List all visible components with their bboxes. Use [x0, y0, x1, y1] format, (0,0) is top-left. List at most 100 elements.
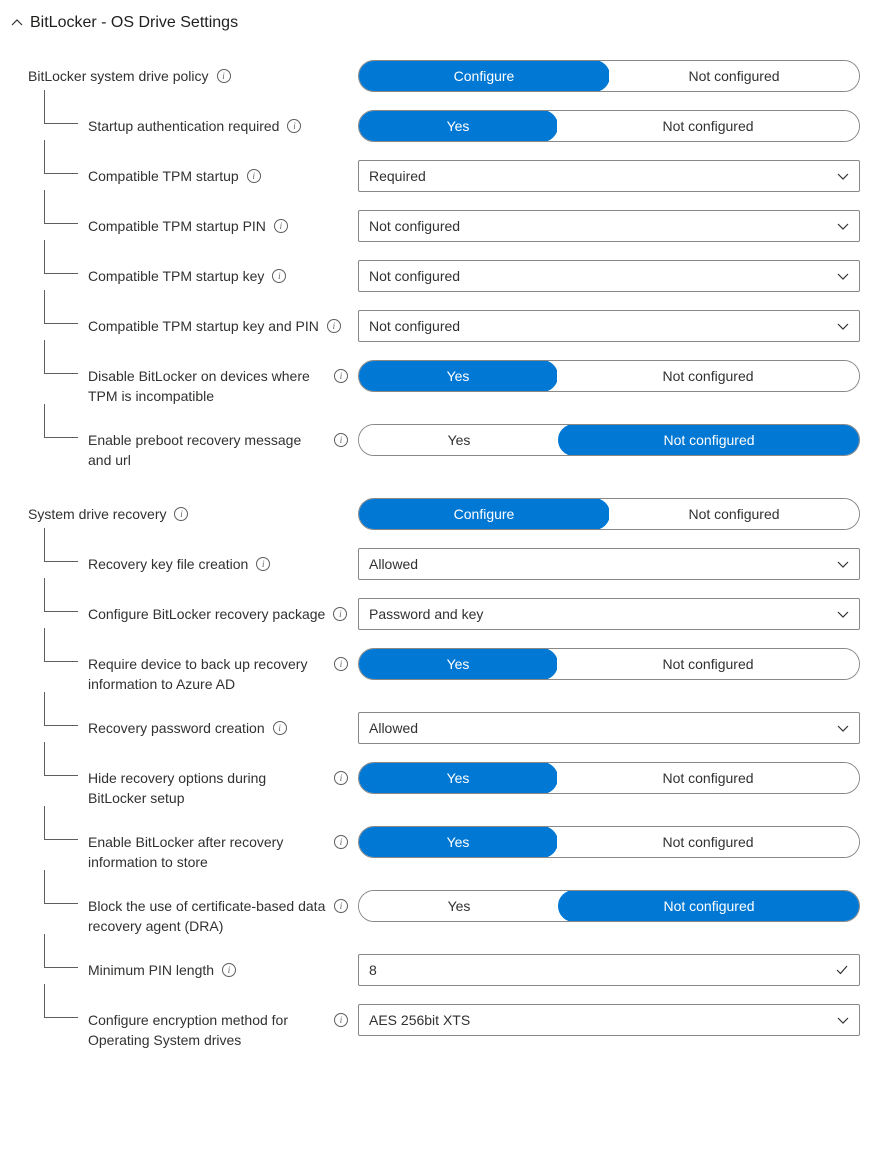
toggle-option-yes[interactable]: Yes	[359, 425, 559, 455]
dropdown-value: Not configured	[369, 318, 460, 334]
toggle-block-dra[interactable]: Yes Not configured	[358, 890, 860, 922]
dropdown-recovery-pwd[interactable]: Allowed	[358, 712, 860, 744]
chevron-down-icon	[837, 170, 849, 182]
toggle-option-yes[interactable]: Yes	[358, 826, 558, 858]
toggle-option-configure[interactable]: Configure	[358, 60, 610, 92]
toggle-option-yes[interactable]: Yes	[359, 891, 559, 921]
toggle-system-drive-recovery[interactable]: Configure Not configured	[358, 498, 860, 530]
tree-connector	[44, 806, 78, 840]
label-enc-method: Configure encryption method for Operatin…	[88, 1010, 326, 1050]
toggle-system-drive-policy[interactable]: Configure Not configured	[358, 60, 860, 92]
info-icon[interactable]: i	[334, 1013, 348, 1027]
row-startup-auth: Startup authentication required i Yes No…	[6, 110, 860, 142]
row-enc-method: Configure encryption method for Operatin…	[6, 1004, 860, 1050]
tree-connector	[44, 692, 78, 726]
row-system-drive-policy: BitLocker system drive policy i Configur…	[6, 60, 860, 92]
row-hide-recovery: Hide recovery options during BitLocker s…	[6, 762, 860, 808]
info-icon[interactable]: i	[334, 835, 348, 849]
tree-connector	[44, 290, 78, 324]
info-icon[interactable]: i	[174, 507, 188, 521]
dropdown-recovery-key-file[interactable]: Allowed	[358, 548, 860, 580]
info-icon[interactable]: i	[327, 319, 341, 333]
row-enable-after-store: Enable BitLocker after recovery informat…	[6, 826, 860, 872]
toggle-hide-recovery[interactable]: Yes Not configured	[358, 762, 860, 794]
label-block-dra: Block the use of certificate-based data …	[88, 896, 326, 936]
info-icon[interactable]: i	[334, 369, 348, 383]
chevron-down-icon	[837, 220, 849, 232]
toggle-enable-after-store[interactable]: Yes Not configured	[358, 826, 860, 858]
section-title: BitLocker - OS Drive Settings	[30, 14, 238, 32]
input-min-pin[interactable]: 8	[358, 954, 860, 986]
dropdown-value: Allowed	[369, 556, 418, 572]
row-tpm-pin: Compatible TPM startup PIN i Not configu…	[6, 210, 860, 242]
row-preboot-msg: Enable preboot recovery message and url …	[6, 424, 860, 470]
dropdown-value: Not configured	[369, 268, 460, 284]
label-tpm-startup: Compatible TPM startup	[88, 166, 239, 186]
label-tpm-pin: Compatible TPM startup PIN	[88, 216, 266, 236]
section-header[interactable]: BitLocker - OS Drive Settings	[6, 14, 860, 32]
toggle-startup-auth[interactable]: Yes Not configured	[358, 110, 860, 142]
toggle-option-not-configured[interactable]: Not configured	[557, 649, 859, 679]
chevron-down-icon	[837, 270, 849, 282]
info-icon[interactable]: i	[334, 657, 348, 671]
toggle-backup-aad[interactable]: Yes Not configured	[358, 648, 860, 680]
dropdown-value: Not configured	[369, 218, 460, 234]
toggle-option-yes[interactable]: Yes	[358, 648, 558, 680]
toggle-option-not-configured[interactable]: Not configured	[557, 361, 859, 391]
row-tpm-key: Compatible TPM startup key i Not configu…	[6, 260, 860, 292]
info-icon[interactable]: i	[256, 557, 270, 571]
info-icon[interactable]: i	[287, 119, 301, 133]
tree-connector	[44, 404, 78, 438]
toggle-option-not-configured[interactable]: Not configured	[557, 111, 859, 141]
toggle-option-not-configured[interactable]: Not configured	[558, 424, 860, 456]
toggle-option-not-configured[interactable]: Not configured	[557, 827, 859, 857]
row-backup-aad: Require device to back up recovery infor…	[6, 648, 860, 694]
label-backup-aad: Require device to back up recovery infor…	[88, 654, 326, 694]
dropdown-tpm-pin[interactable]: Not configured	[358, 210, 860, 242]
toggle-option-yes[interactable]: Yes	[358, 762, 558, 794]
dropdown-tpm-key-pin[interactable]: Not configured	[358, 310, 860, 342]
label-disable-no-tpm: Disable BitLocker on devices where TPM i…	[88, 366, 326, 406]
info-icon[interactable]: i	[274, 219, 288, 233]
info-icon[interactable]: i	[247, 169, 261, 183]
dropdown-value: Required	[369, 168, 426, 184]
label-startup-auth: Startup authentication required	[88, 116, 279, 136]
label-recovery-key-file: Recovery key file creation	[88, 554, 248, 574]
toggle-option-yes[interactable]: Yes	[358, 360, 558, 392]
chevron-down-icon	[837, 558, 849, 570]
toggle-option-yes[interactable]: Yes	[358, 110, 558, 142]
toggle-option-configure[interactable]: Configure	[358, 498, 610, 530]
toggle-option-not-configured[interactable]: Not configured	[609, 61, 859, 91]
info-icon[interactable]: i	[334, 899, 348, 913]
toggle-option-not-configured[interactable]: Not configured	[609, 499, 859, 529]
label-preboot-msg: Enable preboot recovery message and url	[88, 430, 326, 470]
tree-connector	[44, 340, 78, 374]
label-min-pin: Minimum PIN length	[88, 960, 214, 980]
info-icon[interactable]: i	[334, 433, 348, 447]
label-tpm-key: Compatible TPM startup key	[88, 266, 264, 286]
info-icon[interactable]: i	[217, 69, 231, 83]
dropdown-tpm-startup[interactable]: Required	[358, 160, 860, 192]
row-min-pin: Minimum PIN length i 8	[6, 954, 860, 986]
dropdown-recovery-pkg[interactable]: Password and key	[358, 598, 860, 630]
label-system-drive-recovery: System drive recovery	[28, 504, 166, 524]
dropdown-tpm-key[interactable]: Not configured	[358, 260, 860, 292]
input-value: 8	[369, 962, 377, 978]
tree-connector	[44, 934, 78, 968]
dropdown-enc-method[interactable]: AES 256bit XTS	[358, 1004, 860, 1036]
row-system-drive-recovery: System drive recovery i Configure Not co…	[6, 498, 860, 530]
chevron-down-icon	[837, 608, 849, 620]
row-tpm-key-pin: Compatible TPM startup key and PIN i Not…	[6, 310, 860, 342]
tree-connector	[44, 578, 78, 612]
toggle-preboot-msg[interactable]: Yes Not configured	[358, 424, 860, 456]
row-recovery-key-file: Recovery key file creation i Allowed	[6, 548, 860, 580]
info-icon[interactable]: i	[334, 771, 348, 785]
info-icon[interactable]: i	[333, 607, 347, 621]
info-icon[interactable]: i	[272, 269, 286, 283]
toggle-option-not-configured[interactable]: Not configured	[557, 763, 859, 793]
info-icon[interactable]: i	[222, 963, 236, 977]
info-icon[interactable]: i	[273, 721, 287, 735]
chevron-down-icon	[837, 722, 849, 734]
toggle-disable-no-tpm[interactable]: Yes Not configured	[358, 360, 860, 392]
toggle-option-not-configured[interactable]: Not configured	[558, 890, 860, 922]
